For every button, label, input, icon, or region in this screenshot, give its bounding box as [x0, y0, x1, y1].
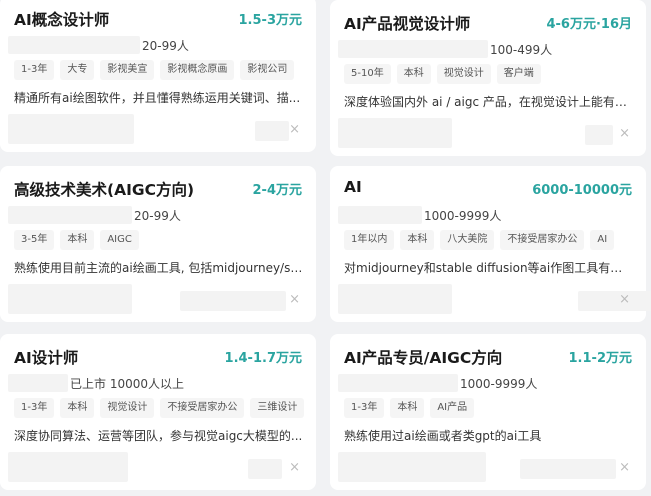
job-tag: 1-3年	[14, 398, 54, 418]
close-icon[interactable]: ×	[289, 292, 300, 307]
job-salary: 1.1-2万元	[569, 347, 632, 366]
job-tag: 本科	[400, 230, 434, 250]
job-title[interactable]: AI设计师	[14, 346, 78, 368]
company-name-redacted	[8, 206, 132, 224]
company-row: 20-99人	[8, 35, 189, 55]
recruiter-redacted	[8, 114, 134, 144]
job-tag: 本科	[390, 398, 424, 418]
job-title[interactable]: AI	[344, 178, 362, 196]
job-description: 精通所有ai绘图软件，并且懂得熟练运用关键词、描...	[14, 89, 304, 106]
job-tags: 3-5年本科 AIGC	[14, 230, 139, 250]
job-tag: AI	[590, 230, 614, 250]
location-redacted	[180, 291, 286, 311]
job-tag: 三维设计	[250, 398, 304, 418]
job-description: 深度体验国内外 ai / aigc 产品，在视觉设计上能有新...	[344, 93, 634, 110]
job-description: 对midjourney和stable diffusion等ai作图工具有一定..…	[344, 259, 634, 276]
job-tag: AI产品	[430, 398, 474, 418]
job-tag: 5-10年	[344, 64, 391, 84]
close-icon[interactable]: ×	[619, 292, 630, 307]
job-tag: AIGC	[100, 230, 139, 250]
job-card[interactable]: AI设计师 1.4-1.7万元 已上市 10000人以上 1-3年本科视觉设计不…	[0, 334, 316, 490]
location-redacted	[585, 125, 613, 145]
job-tag: 1-3年	[14, 60, 54, 80]
recruiter-redacted	[338, 284, 452, 314]
recruiter-redacted	[338, 118, 452, 148]
job-salary: 1.4-1.7万元	[225, 347, 302, 366]
job-tag: 客户端	[497, 64, 541, 84]
job-card[interactable]: AI产品视觉设计师 4-6万元·16月 100-499人 5-10年本科视觉设计…	[330, 0, 646, 156]
company-name-redacted	[8, 36, 140, 54]
close-icon[interactable]: ×	[619, 460, 630, 475]
job-description: 熟练使用过ai绘画或者类gpt的ai工具	[344, 427, 634, 444]
company-row: 已上市 10000人以上	[8, 373, 184, 393]
job-title[interactable]: AI概念设计师	[14, 8, 109, 30]
job-description: 深度协同算法、运营等团队，参与视觉aigc大模型的...	[14, 427, 304, 444]
job-tag: 不接受居家办公	[160, 398, 244, 418]
job-tag: 本科	[397, 64, 431, 84]
company-name-redacted	[338, 374, 458, 392]
job-tag: 本科	[60, 398, 94, 418]
job-tags: 1-3年本科视觉设计不接受居家办公三维设计	[14, 398, 304, 418]
job-tag: 影视公司	[240, 60, 294, 80]
job-tag: 1-3年	[344, 398, 384, 418]
location-redacted	[255, 121, 289, 141]
company-size: 1000-9999人	[424, 207, 501, 224]
job-title[interactable]: 高级技术美术(AIGC方向)	[14, 178, 194, 200]
location-redacted	[520, 459, 616, 479]
job-title[interactable]: AI产品视觉设计师	[344, 12, 470, 34]
company-size: 1000-9999人	[460, 375, 537, 392]
job-salary: 2-4万元	[253, 179, 303, 198]
company-name-redacted	[8, 374, 68, 392]
company-row: 1000-9999人	[338, 373, 537, 393]
company-size: 20-99人	[134, 207, 181, 224]
job-card[interactable]: 高级技术美术(AIGC方向) 2-4万元 20-99人 3-5年本科 AIGC 熟…	[0, 166, 316, 322]
job-tags: 1年以内本科八大美院不接受居家办公 AI	[344, 230, 614, 250]
job-tag: 1年以内	[344, 230, 394, 250]
job-tag: 影视美宣	[100, 60, 154, 80]
recruiter-redacted	[338, 452, 486, 482]
job-salary: 6000-10000元	[532, 179, 632, 198]
company-size: 已上市 10000人以上	[70, 375, 184, 392]
job-tag: 3-5年	[14, 230, 54, 250]
job-tag: 八大美院	[440, 230, 494, 250]
company-size: 100-499人	[490, 41, 552, 58]
job-tag: 视觉设计	[437, 64, 491, 84]
job-tag: 大专	[60, 60, 94, 80]
recruiter-redacted	[8, 284, 132, 314]
job-salary: 1.5-3万元	[239, 9, 302, 28]
company-size: 20-99人	[142, 37, 189, 54]
location-redacted	[578, 291, 651, 311]
company-row: 20-99人	[8, 205, 181, 225]
job-tag: 不接受居家办公	[500, 230, 584, 250]
close-icon[interactable]: ×	[619, 126, 630, 141]
company-row: 1000-9999人	[338, 205, 501, 225]
job-tags: 1-3年本科 AI产品	[344, 398, 474, 418]
close-icon[interactable]: ×	[289, 460, 300, 475]
job-tag: 影视概念原画	[160, 60, 234, 80]
recruiter-redacted	[8, 452, 128, 482]
close-icon[interactable]: ×	[289, 122, 300, 137]
job-card[interactable]: AI概念设计师 1.5-3万元 20-99人 1-3年大专影视美宣影视概念原画影…	[0, 0, 316, 152]
job-tag: 本科	[60, 230, 94, 250]
company-row: 100-499人	[338, 39, 552, 59]
job-tags: 1-3年大专影视美宣影视概念原画影视公司	[14, 60, 294, 80]
job-card[interactable]: AI产品专员/AIGC方向 1.1-2万元 1000-9999人 1-3年本科 A…	[330, 334, 646, 490]
job-description: 熟练使用目前主流的ai绘画工具, 包括midjourney/sta...	[14, 259, 304, 276]
company-name-redacted	[338, 206, 422, 224]
job-salary: 4-6万元·16月	[546, 13, 632, 32]
job-title[interactable]: AI产品专员/AIGC方向	[344, 346, 502, 368]
location-redacted	[248, 459, 282, 479]
job-card[interactable]: AI 6000-10000元 1000-9999人 1年以内本科八大美院不接受居…	[330, 166, 646, 322]
job-tag: 视觉设计	[100, 398, 154, 418]
job-tags: 5-10年本科视觉设计客户端	[344, 64, 541, 84]
company-name-redacted	[338, 40, 488, 58]
